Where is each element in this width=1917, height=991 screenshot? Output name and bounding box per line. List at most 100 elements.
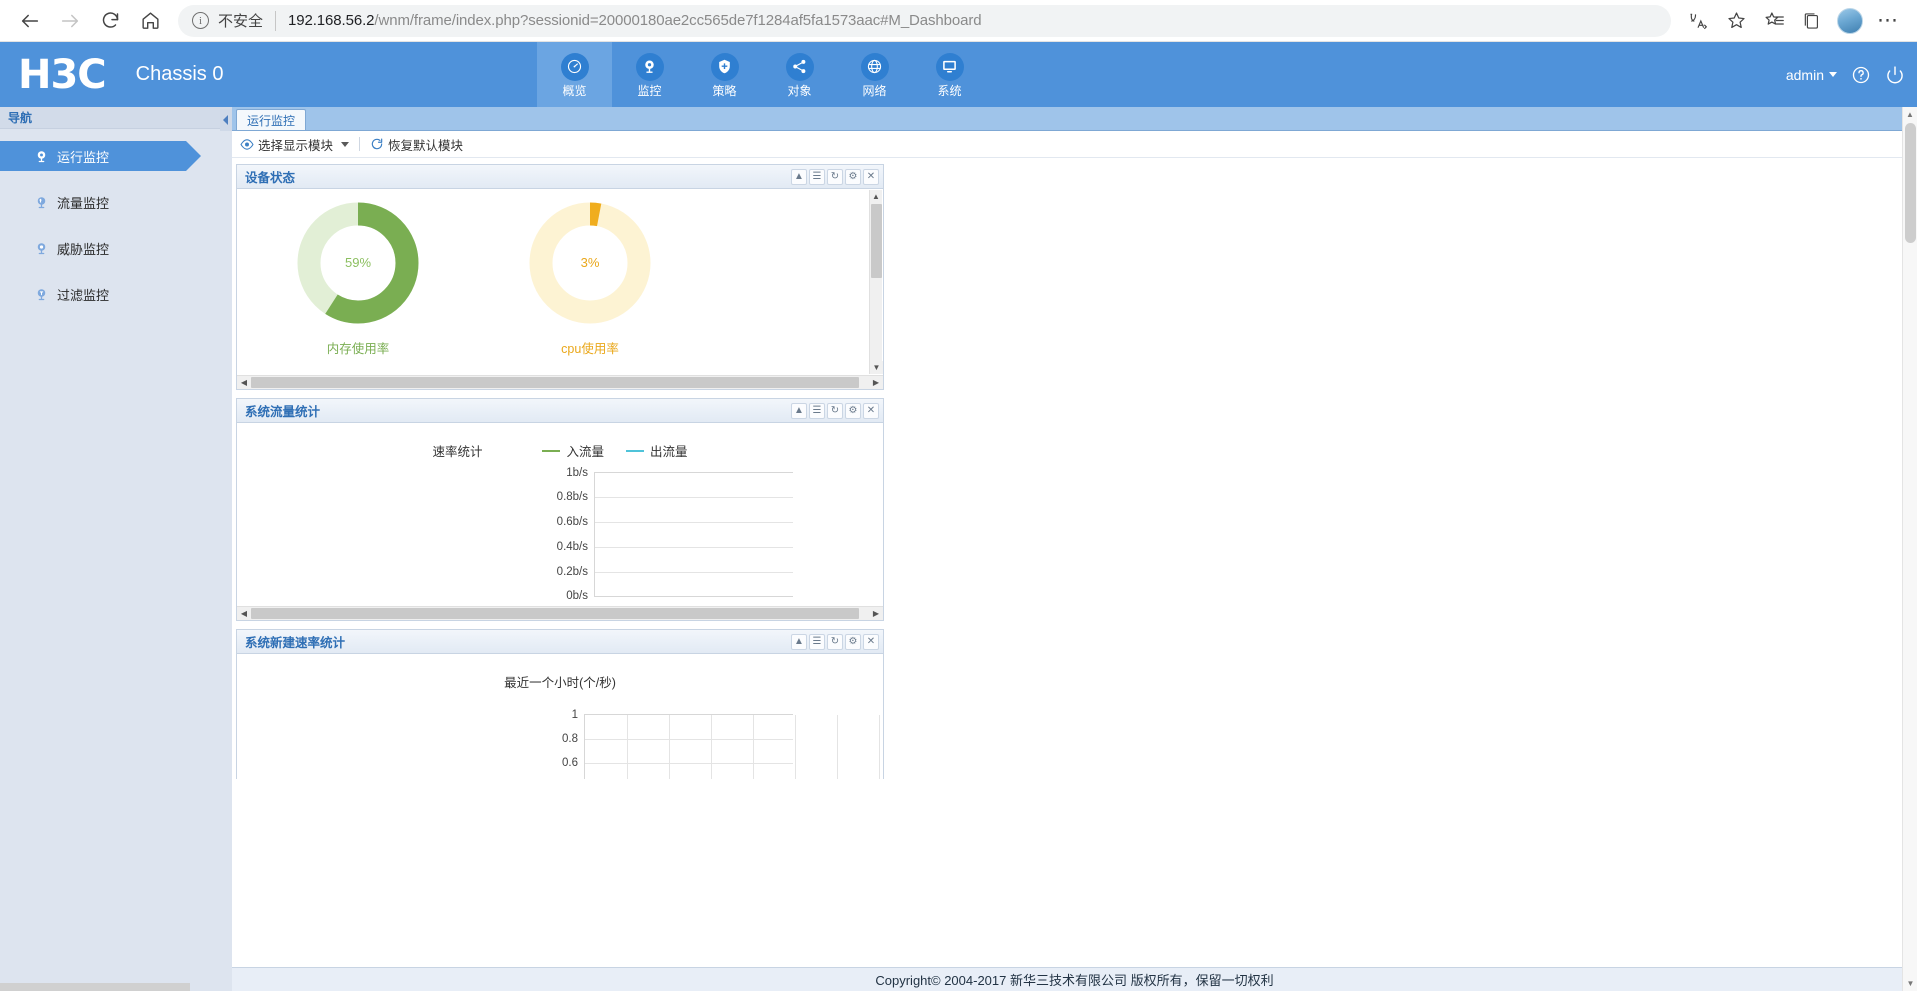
list-icon[interactable]: ☰ <box>809 402 825 419</box>
nav-tab-label: 对象 <box>787 83 812 98</box>
collections-icon <box>1804 12 1818 29</box>
home-button[interactable] <box>130 2 170 40</box>
url-divider <box>275 10 277 31</box>
chevron-down-icon <box>341 141 350 147</box>
refresh-icon[interactable]: ↻ <box>827 633 843 650</box>
list-icon[interactable]: ☰ <box>809 633 825 650</box>
scroll-thumb[interactable] <box>1905 123 1916 243</box>
refresh-icon[interactable]: ↻ <box>827 168 843 185</box>
nav-tab-policy[interactable]: 策略 <box>687 42 762 107</box>
legend-swatch-in <box>542 449 561 452</box>
collapse-icon[interactable]: ▲ <box>791 168 807 185</box>
sidebar-item-threat-monitor[interactable]: 威胁监控 <box>0 233 232 263</box>
legend-swatch-out <box>626 449 644 452</box>
close-icon[interactable]: ✕ <box>863 168 879 185</box>
scroll-left-arrow[interactable]: ◀ <box>237 378 251 387</box>
scroll-right-arrow[interactable]: ▶ <box>869 378 883 387</box>
gauge-cpu: 3% cpu使用率 <box>529 202 651 357</box>
dashboard-scroll-area: 设备状态 ▲ ☰ ↻ ⚙ ✕ 59% 内存使用率 3% cpu使用率 ▲ ▼ ◀… <box>232 158 1917 967</box>
logout-button[interactable] <box>1885 65 1905 85</box>
panel-body: 59% 内存使用率 3% cpu使用率 ▲ ▼ <box>237 189 883 375</box>
gear-icon[interactable]: ⚙ <box>845 168 861 185</box>
y-tick-1: 1b/s <box>566 467 588 479</box>
nav-tab-label: 系统 <box>937 83 962 98</box>
restore-defaults-label: 恢复默认模块 <box>388 138 464 153</box>
collapse-icon[interactable]: ▲ <box>791 402 807 419</box>
translate-button[interactable] <box>1679 2 1717 40</box>
favorite-button[interactable] <box>1717 2 1755 40</box>
run-monitor-icon <box>37 150 46 162</box>
sidebar-item-filter-monitor[interactable]: 过滤监控 <box>0 279 232 309</box>
refresh-icon[interactable]: ↻ <box>827 402 843 419</box>
scroll-thumb[interactable] <box>871 204 882 278</box>
profile-avatar[interactable] <box>1837 7 1863 34</box>
panel-horizontal-scrollbar[interactable]: ◀ ▶ <box>237 606 883 620</box>
scroll-track[interactable] <box>251 608 869 619</box>
scroll-thumb[interactable] <box>251 608 859 619</box>
gear-icon[interactable]: ⚙ <box>845 402 861 419</box>
address-bar[interactable]: i 不安全 192.168.56.2/wnm/frame/index.php?s… <box>178 4 1671 37</box>
legend-item-out[interactable]: 出流量 <box>626 441 688 460</box>
scroll-thumb[interactable] <box>251 377 859 388</box>
toolbar-divider <box>359 137 361 151</box>
nav-tab-object[interactable]: 对象 <box>762 42 837 107</box>
scroll-up-arrow[interactable]: ▲ <box>870 190 882 203</box>
gear-icon[interactable]: ⚙ <box>845 633 861 650</box>
help-icon <box>1852 66 1870 83</box>
scroll-down-arrow[interactable]: ▼ <box>870 361 883 374</box>
chart-header: 速率统计 入流量 出流量 <box>237 423 883 460</box>
chassis-title: Chassis 0 <box>135 63 224 85</box>
legend-item-in[interactable]: 入流量 <box>542 441 604 460</box>
list-icon[interactable]: ☰ <box>809 168 825 185</box>
scroll-left-arrow[interactable]: ◀ <box>237 609 251 618</box>
nav-tab-label: 策略 <box>712 83 737 98</box>
site-info-icon[interactable]: i <box>192 12 209 29</box>
sidebar-collapse-button[interactable] <box>220 109 232 131</box>
cpu-donut: 3% <box>529 202 651 324</box>
forward-button[interactable] <box>50 2 90 40</box>
cpu-value: 3% <box>580 255 600 270</box>
help-button[interactable] <box>1851 65 1871 85</box>
collapse-left-icon <box>223 115 228 125</box>
restore-defaults-button[interactable]: 恢复默认模块 <box>370 135 463 154</box>
tab-strip: 运行监控 <box>232 107 1917 131</box>
select-modules-button[interactable]: 选择显示模块 <box>240 135 350 154</box>
scroll-down-arrow[interactable]: ▼ <box>1903 976 1917 991</box>
header-user-area: admin <box>1786 42 1917 107</box>
close-icon[interactable]: ✕ <box>863 402 879 419</box>
sidebar-item-flow-monitor[interactable]: 流量监控 <box>0 187 232 217</box>
chart-grid <box>594 472 793 597</box>
scroll-right-arrow[interactable]: ▶ <box>869 609 883 618</box>
nav-tab-overview[interactable]: 概览 <box>537 42 612 107</box>
copyright-text: Copyright© 2004-2017 新华三技术有限公司 版权所有，保留一切… <box>875 973 1274 988</box>
nav-tab-label: 概览 <box>562 83 587 98</box>
panel-device-status: 设备状态 ▲ ☰ ↻ ⚙ ✕ 59% 内存使用率 3% cpu使用率 ▲ ▼ ◀… <box>236 164 884 390</box>
globe-network-icon <box>860 52 889 81</box>
panel-new-session-rate: 系统新建速率统计 ▲ ☰ ↻ ⚙ ✕ 最近一个小时(个/秒) 1 0.8 0.6 <box>236 629 884 779</box>
nav-tab-label: 网络 <box>862 83 887 98</box>
browser-settings-button[interactable]: ⋯ <box>1869 2 1907 40</box>
sidebar-item-run-monitor[interactable]: 运行监控 <box>0 141 201 171</box>
collections-button[interactable] <box>1793 2 1831 40</box>
back-button[interactable] <box>10 2 50 40</box>
chart-title: 最近一个小时(个/秒) <box>504 676 616 690</box>
reload-button[interactable] <box>90 2 130 40</box>
scroll-track[interactable] <box>251 377 869 388</box>
panel-vertical-scrollbar[interactable]: ▲ ▼ <box>869 190 883 374</box>
page-vertical-scrollbar[interactable]: ▲ ▼ <box>1902 107 1917 991</box>
close-icon[interactable]: ✕ <box>863 633 879 650</box>
chart-grid <box>584 714 880 779</box>
panel-horizontal-scrollbar[interactable]: ◀ ▶ <box>237 375 883 389</box>
admin-menu[interactable]: admin <box>1786 67 1837 83</box>
tab-run-monitor[interactable]: 运行监控 <box>236 109 307 130</box>
favorites-list-button[interactable] <box>1755 2 1793 40</box>
chart-title: 速率统计 <box>432 445 483 459</box>
sidebar-bottom-scrollbar[interactable] <box>0 983 190 991</box>
nav-tab-system[interactable]: 系统 <box>912 42 987 107</box>
collapse-icon[interactable]: ▲ <box>791 633 807 650</box>
scroll-up-arrow[interactable]: ▲ <box>1903 107 1917 122</box>
sidebar-item-label: 运行监控 <box>57 149 110 165</box>
panel-flow-statistics: 系统流量统计 ▲ ☰ ↻ ⚙ ✕ 速率统计 入流量 出流量 1b/s 0.8b/… <box>236 398 884 621</box>
nav-tab-monitor[interactable]: 监控 <box>612 42 687 107</box>
nav-tab-network[interactable]: 网络 <box>837 42 912 107</box>
